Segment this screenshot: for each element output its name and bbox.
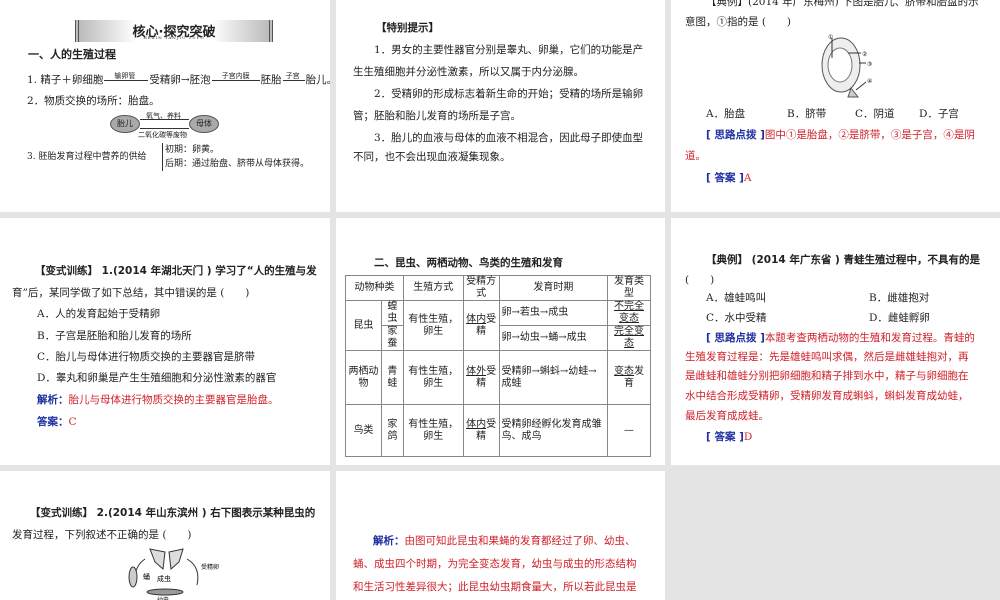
slide-3[interactable]: 【典例】(2014 年广东梅州) 下图是胎儿、脐带和胎盘的示 意图，①指的是 (… — [671, 0, 1000, 212]
slide-4[interactable]: 【变式训练】 1.(2014 年湖北天门 ) 学习了“人的生殖与发 育”后，某同… — [0, 218, 330, 465]
fetus-diagram: ① ②③ ④ — [821, 34, 872, 98]
slide-2[interactable]: 【特别提示】 1．男女的主要性器官分别是睾丸、卵巢，它们的功能是产 生生殖细胞并… — [336, 0, 665, 212]
svg-text:受精卵: 受精卵 — [201, 563, 219, 571]
svg-text:③: ③ — [867, 61, 872, 68]
slide-8[interactable]: 解析：由图可知此昆虫和果蝇的发育都经过了卵、幼虫、 蛹、成虫四个时期，为完全变态… — [336, 471, 665, 600]
svg-text:幼虫: 幼虫 — [157, 596, 169, 600]
svg-text:①: ① — [828, 34, 833, 41]
section-banner: 核心·探究突破 HEXIN TANJIU TUPO — [75, 20, 273, 42]
fetus-oval: 胎儿 — [110, 115, 140, 133]
slide-5[interactable]: 二、昆虫、两栖动物、鸟类的生殖和发育 动物种类 生殖方式 受精方式 发育时期 发育类型 … — [336, 218, 665, 465]
svg-text:④: ④ — [867, 78, 872, 85]
tip-title: 【特别提示】 — [376, 22, 439, 34]
exchange-line: 2．物质交换的场所：胎盘。 — [27, 95, 160, 107]
reproduction-table: 动物种类 生殖方式 受精方式 发育时期 发育类型 昆虫 蝗虫 有性生殖，卵生 体内受精 卵→若虫… — [345, 275, 651, 457]
heading: 二、昆虫、两栖动物、鸟类的生殖和发育 — [374, 257, 563, 269]
insect-lifecycle-diagram: 蛹成虫 受精卵幼虫 — [128, 548, 219, 600]
svg-text:成虫: 成虫 — [157, 574, 171, 583]
slide-7[interactable]: 【变式训练】 2.(2014 年山东滨州 ) 右下图表示某种昆虫的 发育过程，下… — [0, 471, 330, 600]
mother-oval: 母体 — [189, 115, 219, 133]
slide-6[interactable]: 【典例】 (2014 年广东省 ) 青蛙生殖过程中，不具有的是 ( ) A．雄蛙… — [671, 218, 1000, 465]
svg-text:蛹: 蛹 — [143, 572, 150, 581]
heading: 一、人的生殖过程 — [28, 48, 116, 61]
slide-1[interactable]: 核心·探究突破 HEXIN TANJIU TUPO 一、人的生殖过程 1. 精子＋… — [0, 0, 330, 212]
svg-text:②: ② — [862, 51, 867, 58]
process-line: 1. 精子＋卵细胞输卵管受精卵→胚泡子宫内膜胚胎子宫胎儿。 — [27, 71, 330, 87]
